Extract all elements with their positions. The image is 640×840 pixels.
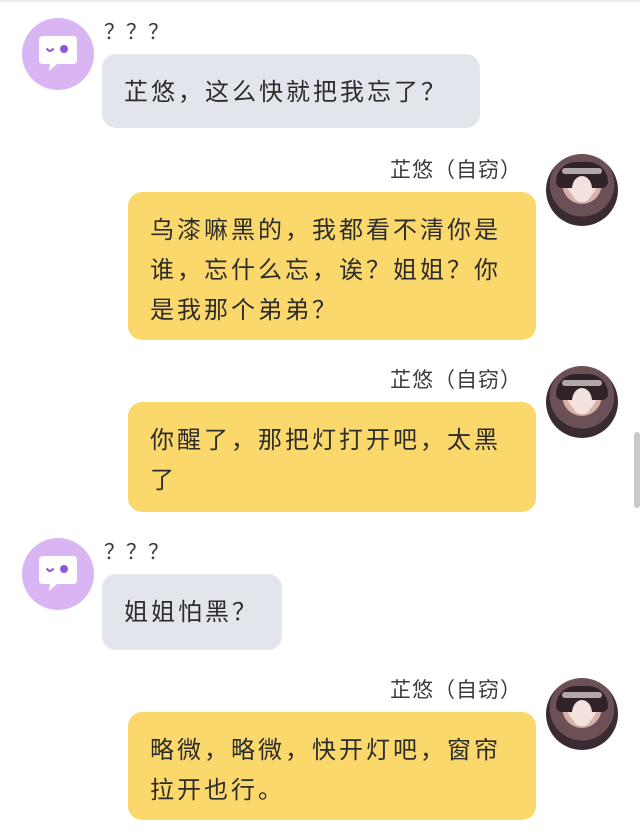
avatar-headband	[562, 692, 602, 698]
sender-name: 芷悠（自窃）	[390, 678, 522, 702]
avatar-self[interactable]	[546, 678, 618, 750]
avatar-unknown[interactable]	[22, 18, 94, 90]
sender-name: 芷悠（自窃）	[390, 368, 522, 392]
avatar-face	[572, 700, 592, 726]
avatar-headband	[562, 168, 602, 174]
sender-name: ？？？	[104, 20, 170, 44]
message-bubble-left[interactable]: 芷悠，这么快就把我忘了？	[102, 54, 480, 128]
chat-bubble-icon	[39, 36, 77, 71]
chat-bubble-icon	[39, 556, 77, 591]
message-bubble-right[interactable]: 乌漆嘛黑的，我都看不清你是谁，忘什么忘，诶？姐姐？你是我那个弟弟？	[128, 192, 536, 340]
avatar-face	[572, 388, 592, 414]
avatar-self[interactable]	[546, 366, 618, 438]
scrollbar-thumb[interactable]	[634, 432, 640, 508]
message-bubble-left[interactable]: 姐姐怕黑？	[102, 574, 282, 650]
avatar-face	[572, 176, 592, 202]
avatar-headband	[562, 380, 602, 386]
top-divider	[0, 0, 640, 2]
sender-name: 芷悠（自窃）	[390, 158, 522, 182]
message-bubble-right[interactable]: 你醒了，那把灯打开吧，太黑了	[128, 402, 536, 512]
avatar-self[interactable]	[546, 154, 618, 226]
avatar-unknown[interactable]	[22, 538, 94, 610]
sender-name: ？？？	[104, 540, 170, 564]
message-bubble-right[interactable]: 略微，略微，快开灯吧，窗帘拉开也行。	[128, 712, 536, 820]
